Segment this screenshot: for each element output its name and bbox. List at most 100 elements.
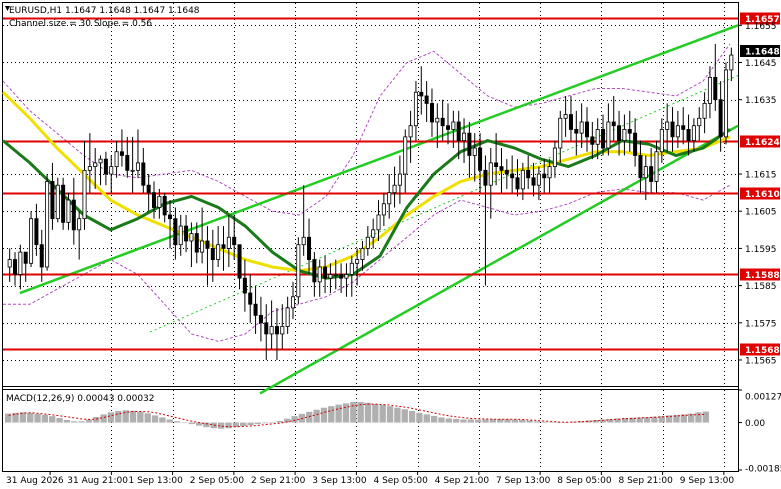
candle-body [563,114,568,119]
candle-body [312,259,317,283]
time-tick-label: 3 Sep 13:00 [312,476,367,486]
candle-body [339,274,344,279]
candle-body [526,169,531,179]
candle-body [462,132,467,141]
candle-body [221,244,226,249]
macd-hist-bar [328,406,335,423]
candle-body [18,251,23,275]
price-tick-label: 1.1605 [745,208,777,218]
macd-hist-bar [71,421,78,423]
candle-body [627,129,632,134]
candle-body [296,244,301,298]
candle-body [584,121,589,138]
candle-body [381,203,386,216]
candle-body [579,121,584,134]
candle-body [633,132,638,156]
macd-hist-bar [49,416,56,423]
candle-body [397,173,402,186]
candle-body [723,69,728,138]
candle-body [520,169,525,190]
candle-body [162,195,167,216]
candle-body [29,218,34,264]
candle-body [130,169,135,172]
macd-hist-bar [151,415,159,423]
price-tick-label: 1.1595 [745,245,777,255]
candle-body [39,244,44,268]
macd-hist-bar [482,419,489,423]
candle-body [87,166,92,171]
candle-body [643,166,648,179]
candle-body [536,173,541,186]
macd-hist-bar [181,422,188,424]
macd-hist-bar [401,409,408,423]
candle-body [413,91,418,127]
eurusd-chart-window[interactable]: 1.1657 1.1624 1.1610 1.1588 1.1568 1.1648 1.1… [0,0,781,489]
price-tick-label: 1.1575 [745,319,777,329]
candle-body [151,192,157,208]
macd-hist-bar [416,412,423,423]
macd-tick-label: 0.00127 [745,393,781,403]
candle-body [718,99,723,138]
macd-hist-bar [519,420,526,423]
current-price-label: 1.1648 [745,48,780,58]
candle-body [483,169,488,186]
candle-body [456,121,461,141]
candle-body [617,125,622,141]
time-tick-label: 4 Sep 21:00 [435,476,490,486]
level-label: 1.1568 [745,346,780,356]
candle-body [542,173,547,179]
price-tick-label: 1.1655 [745,22,777,32]
candle-body [23,251,28,264]
macd-hist-bar [137,411,144,423]
macd-hist-bar [511,419,519,423]
candle-body [558,117,563,149]
candle-body [7,259,12,268]
macd-hist-bar [504,419,511,423]
candle-body [50,181,55,220]
candle-body [307,236,312,260]
candle-body [419,91,424,97]
candle-body [510,173,515,179]
macd-hist-bar [423,414,430,423]
candle-body [424,95,429,104]
price-tick-label: 1.1635 [745,96,777,106]
candle-body [349,262,354,275]
candle-body [232,236,237,246]
candle-body [659,129,664,153]
candle-body [697,117,702,127]
candle-body [119,151,124,156]
candle-body [686,129,691,141]
candle-body [702,102,707,119]
candle-body [77,218,82,231]
price-tick-label: 1.1565 [745,356,777,366]
candle-body [622,129,627,141]
symbol-info-text: EURUSD,H1 1.1647 1.1648 1.1647 1.1648 [9,6,200,16]
candle-body [435,117,440,123]
macd-hist-bar [702,411,709,423]
candle-body [253,303,258,316]
candle-body [499,166,504,171]
candle-body [467,132,472,156]
candle-body [109,166,114,175]
macd-hist-bar [313,409,320,423]
candle-body [494,162,499,168]
candle-body [451,121,456,130]
macd-hist-bar [254,422,262,425]
chart-canvas[interactable]: 1.16571.16241.16101.15881.1568 1.16481.1… [0,0,781,489]
candle-body [611,121,616,127]
candle-body [242,277,247,294]
candle-body [135,162,140,171]
macd-hist-bar [548,422,555,423]
macd-hist-bar [533,421,541,423]
candle-body [114,151,119,168]
candle-body [392,184,397,194]
candle-body [729,54,734,71]
candle-body [13,259,18,275]
time-tick-label: 31 Aug 21:00 [67,476,128,486]
candle-body [478,147,483,171]
level-label: 1.1624 [745,138,780,148]
macd-hist-bar [372,403,379,423]
candle-body [387,192,392,205]
macd-hist-bar [115,411,122,423]
candle-body [285,307,290,327]
